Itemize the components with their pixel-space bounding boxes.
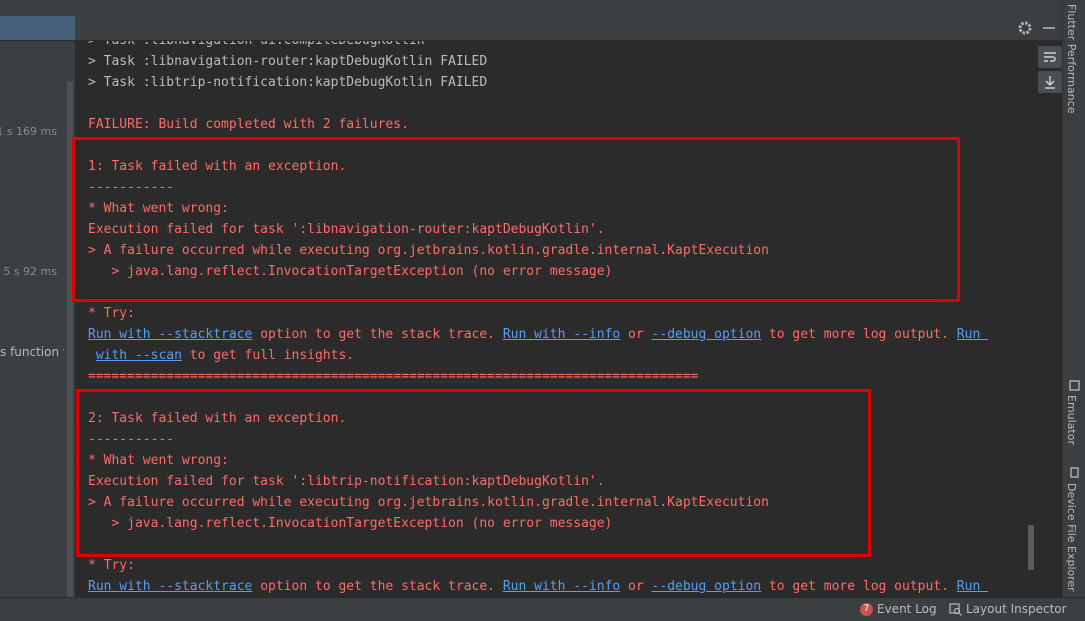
event-log-button[interactable]: 7 Event Log [860,602,937,616]
right-tool-rail: Flutter Performance Emulator Device File… [1062,0,1085,597]
device-file-explorer-icon [1070,467,1079,478]
soft-wrap-button[interactable] [1038,46,1062,68]
build-tree-panel: 1 s 169 ms 5 s 92 ms s function w [0,41,75,601]
hint-text: option to get the stack trace. [252,579,503,594]
minimize-icon[interactable] [1043,27,1055,29]
scroll-to-end-button[interactable] [1038,71,1062,93]
hint-text: to get full insights. [181,348,355,363]
tree-item-label[interactable]: s function w [0,345,64,359]
failure-divider: ========================================… [88,369,699,384]
console-line: > Task :libtrip-notification:kaptDebugKo… [88,75,488,90]
console-line: > Task :libnavigation-ui:compileDebugKot… [88,41,425,51]
scan-link[interactable]: with --scan [96,348,182,363]
try-hint-line: with --scan to get full insights. [88,345,354,366]
duration-label: 5 s 92 ms [3,265,57,278]
hint-text: option to get the stack trace. [252,327,503,342]
layout-inspector-icon [949,603,962,616]
hint-text: or [620,579,652,594]
hint-text: to get more log output. [761,327,957,342]
info-link[interactable]: Run with --info [503,579,620,594]
event-log-label: Event Log [877,602,937,616]
scan-link[interactable]: Run [957,579,988,594]
window-top-strip [0,0,1062,17]
stacktrace-link[interactable]: Run with --stacktrace [88,579,252,594]
hint-text: or [620,327,652,342]
flutter-performance-tab[interactable]: Flutter Performance [1065,4,1078,113]
build-toolbar [0,16,1062,41]
hint-text: to get more log output. [761,579,957,594]
soft-wrap-icon [1044,52,1056,62]
emulator-tab[interactable]: Emulator [1065,395,1078,445]
try-hint-line: Run with --stacktrace option to get the … [88,324,988,345]
try-label: * Try: [88,306,135,321]
console-scrollbar[interactable] [1028,525,1034,570]
layout-inspector-label: Layout Inspector [966,602,1067,616]
try-label: * Try: [88,558,135,573]
emulator-icon [1069,380,1080,391]
stacktrace-link[interactable]: Run with --stacktrace [88,327,252,342]
status-bar: 7 Event Log Layout Inspector [0,597,1085,621]
duration-label: 1 s 169 ms [0,125,57,138]
try-hint-line: Run with --stacktrace option to get the … [88,576,988,597]
console-line: > Task :libnavigation-router:kaptDebugKo… [88,54,488,69]
failure-summary: FAILURE: Build completed with 2 failures… [88,117,409,132]
highlight-box [76,389,871,557]
scroll-to-end-icon [1045,76,1055,89]
event-log-icon: 7 [860,603,873,616]
debug-link[interactable]: --debug option [652,327,762,342]
device-file-explorer-tab[interactable]: Device File Explorer [1065,483,1078,592]
gear-icon[interactable] [1016,19,1034,37]
selected-build-node[interactable] [0,16,75,40]
info-link[interactable]: Run with --info [503,327,620,342]
scan-link[interactable]: Run [957,327,988,342]
layout-inspector-button[interactable]: Layout Inspector [949,602,1067,616]
highlight-box [72,137,960,302]
debug-link[interactable]: --debug option [652,579,762,594]
